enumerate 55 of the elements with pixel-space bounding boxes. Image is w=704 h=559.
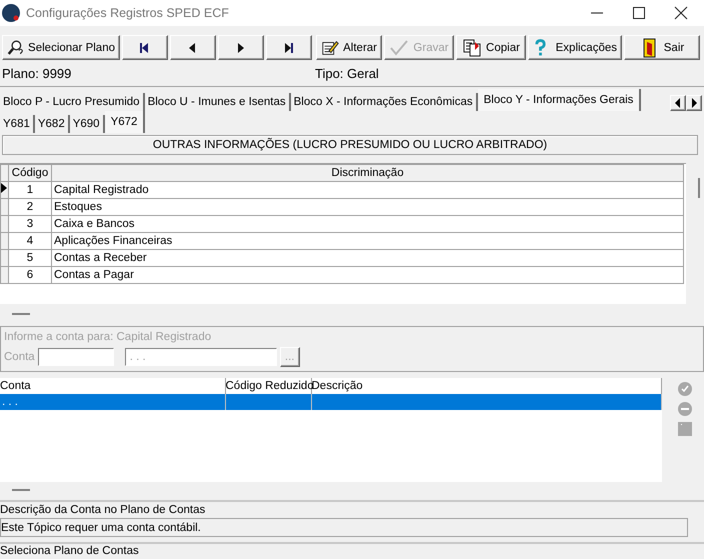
tab-scroll-right-button[interactable] [686,95,702,111]
help-button[interactable]: Explicações [528,35,622,60]
column-header[interactable]: Código Reduzido [225,378,311,394]
group-caption: Informe a conta para: Capital Registrado [4,331,212,343]
skip-back-button[interactable] [122,35,168,60]
table-cell: 5 [8,250,52,266]
maximize-icon[interactable] [632,6,646,20]
table-cell: Capital Registrado [52,182,684,198]
table-cell: . . . [0,394,225,410]
close-icon[interactable] [674,6,688,20]
tab[interactable]: Bloco Y - Informações Gerais [478,89,642,111]
table-cell: 6 [8,266,52,284]
table-cell: Estoques [52,198,684,216]
column-header[interactable]: Descrição [311,378,662,394]
table-cell: Caixa e Bancos [52,216,684,232]
section-title: OUTRAS INFORMAÇÕES (LUCRO PRESUMIDO OU LUCRO ARBITRADO) [2,135,698,155]
tab[interactable]: Y681 [0,115,35,133]
column-header[interactable]: Conta [0,378,225,394]
row-indicator[interactable] [0,182,8,198]
app-logo-icon [2,4,20,22]
column-header[interactable]: Código [8,164,52,182]
splitter-handle[interactable] [12,313,30,315]
description-text: Este Tópico requer uma conta contábil. [0,518,688,537]
skip-forward-button[interactable] [266,35,312,60]
table-cell: 1 [8,182,52,198]
table-cell: 2 [8,198,52,216]
table-cell: 3 [8,216,52,232]
confirm-icon[interactable] [678,382,692,396]
table-cell: 4 [8,232,52,250]
left-triangle-button[interactable] [170,35,216,60]
field-label: Conta [4,351,35,363]
splitter-handle[interactable] [12,489,30,491]
tab-scroll-left-button[interactable] [670,95,686,111]
description-label: Descrição da Conta no Plano de Contas [0,500,704,516]
current-row-icon [1,183,7,193]
table-cell: Aplicações Financeiras [52,232,684,250]
copy-documents-icon [462,38,482,58]
type-label: Tipo: Geral [315,66,379,80]
edit-button[interactable]: Alterar [316,35,382,60]
column-header[interactable]: Discriminação [52,164,684,182]
search-icon [7,38,24,58]
table-cell: Contas a Receber [52,250,684,266]
remove-icon[interactable] [678,402,692,416]
scrollbar-thumb[interactable] [698,178,700,198]
window-title: Configurações Registros SPED ECF [26,6,230,20]
search-button[interactable]: Selecionar Plano [2,35,120,60]
checkmark-icon [389,38,410,58]
status-bar: Seleciona Plano de Contas [0,542,704,558]
account-field[interactable] [38,348,114,366]
tab[interactable]: Y672 [104,111,146,133]
exit-button[interactable]: Sair [624,35,700,60]
plan-label: Plano: 9999 [1,66,72,80]
table-cell: Contas a Pagar [52,266,684,284]
copy-button[interactable]: Copiar [456,35,526,60]
right-triangle-button[interactable] [218,35,264,60]
